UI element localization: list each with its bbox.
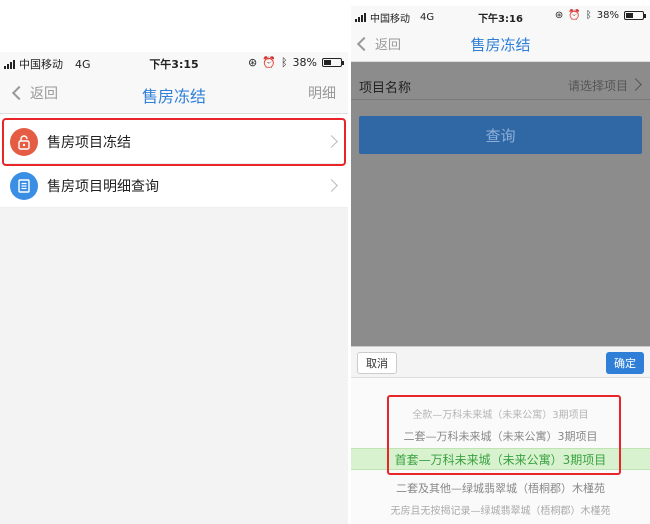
confirm-button[interactable]: 确定 <box>606 352 644 374</box>
status-bar: 中国移动 4G 下午3:15 ⊛ ⏰ ᛒ 38% <box>0 52 348 72</box>
document-icon <box>10 171 38 200</box>
bluetooth-icon: ᛒ <box>585 10 592 21</box>
nav-bar: 返回 售房冻结 <box>351 26 650 62</box>
status-indicators: ⊛ ⏰ ᛒ 38% <box>554 10 646 21</box>
list-item-project-detail-query[interactable]: 售房项目明细查询 <box>0 164 348 208</box>
detail-button[interactable]: 明细 <box>308 83 336 103</box>
battery-icon <box>624 11 646 20</box>
list-item-label: 售房项目明细查询 <box>47 178 159 195</box>
battery-percent: 38% <box>596 10 619 21</box>
page-title: 售房冻结 <box>141 87 206 106</box>
chevron-right-icon <box>629 78 642 91</box>
rotation-lock-icon: ⊛ <box>248 56 258 69</box>
battery-icon <box>322 58 344 67</box>
bluetooth-icon: ᛒ <box>280 56 288 69</box>
field-label: 项目名称 <box>359 81 412 96</box>
dimmed-form-area: 项目名称 请选择项目 查询 <box>351 62 650 346</box>
page-background <box>0 208 348 524</box>
left-phone-screen: 中国移动 4G 下午3:15 ⊛ ⏰ ᛒ 38% 返回 售房冻结 明细 售房项目… <box>0 0 348 524</box>
battery-percent: 38% <box>292 56 317 69</box>
alarm-icon: ⏰ <box>568 10 581 21</box>
picker-option[interactable]: 无房且无按揭记录—绿城翡翠城（梧桐郡）木槿苑 <box>351 502 650 517</box>
field-placeholder: 请选择项目 <box>567 79 628 93</box>
status-indicators: ⊛ ⏰ ᛒ 38% <box>248 56 344 69</box>
picker-option[interactable]: 二套及其他—绿城翡翠城（梧桐郡）木槿苑 <box>351 480 650 496</box>
annotation-highlight-box <box>387 395 621 475</box>
rotation-lock-icon: ⊛ <box>554 10 564 21</box>
status-bar: 中国移动 4G 下午3:16 ⊛ ⏰ ᛒ 38% <box>351 6 650 26</box>
cancel-button[interactable]: 取消 <box>357 352 397 374</box>
page-title: 售房冻结 <box>470 36 531 54</box>
alarm-icon: ⏰ <box>262 56 276 69</box>
project-name-field[interactable]: 项目名称 请选择项目 <box>351 70 650 100</box>
picker-toolbar: 取消 确定 <box>351 346 650 378</box>
chevron-right-icon <box>325 179 338 192</box>
query-button[interactable]: 查询 <box>359 116 642 154</box>
nav-bar: 返回 售房冻结 明细 <box>0 72 348 114</box>
annotation-highlight-box <box>2 118 346 166</box>
